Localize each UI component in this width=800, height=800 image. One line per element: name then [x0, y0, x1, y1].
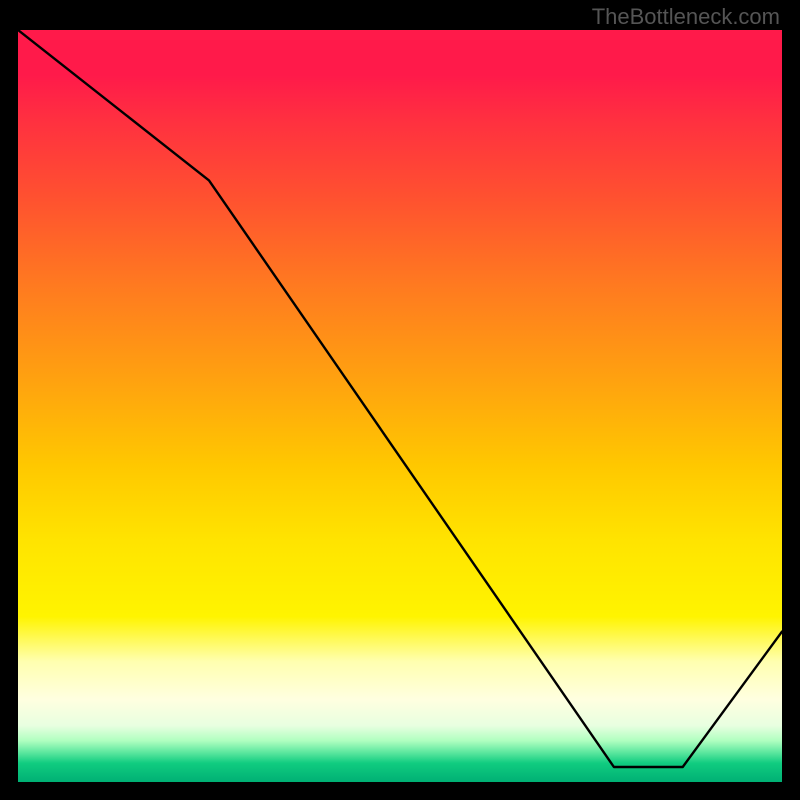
line-chart-svg	[18, 30, 782, 782]
watermark-text: TheBottleneck.com	[592, 4, 780, 30]
chart-container: TheBottleneck.com	[0, 0, 800, 800]
data-line	[18, 30, 782, 767]
plot-area	[18, 30, 782, 782]
